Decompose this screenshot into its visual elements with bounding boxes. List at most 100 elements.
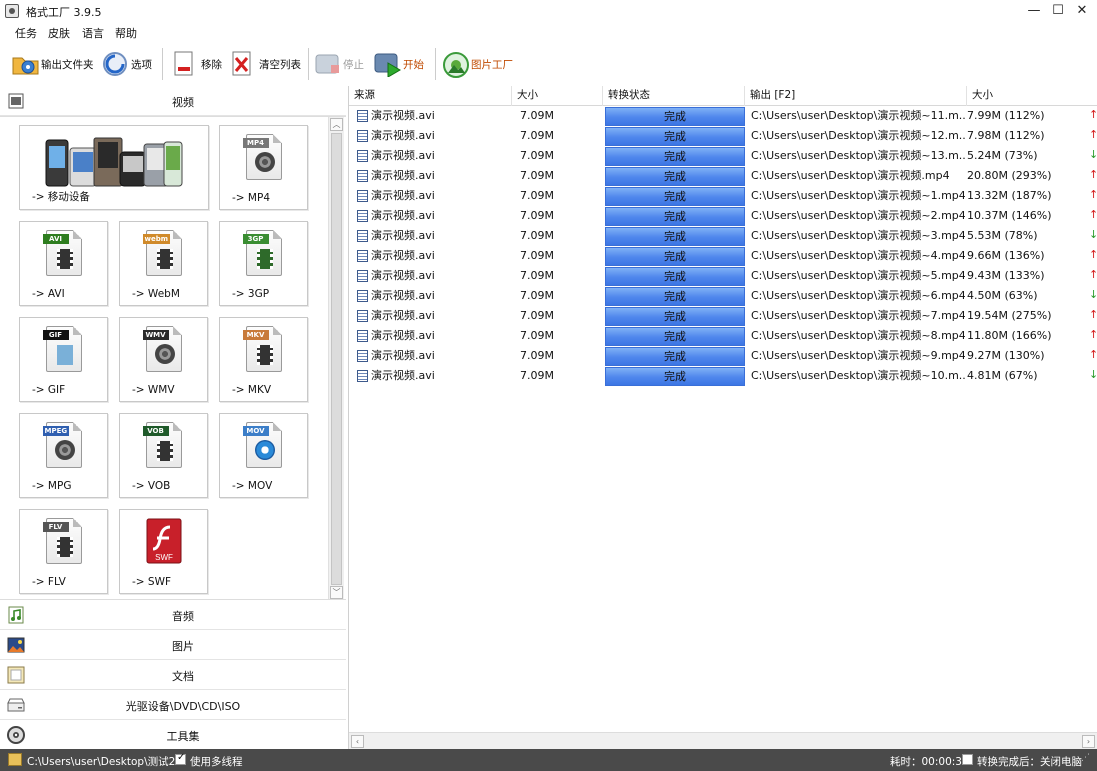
tile-wmv[interactable]: WMV -> WMV	[119, 317, 208, 402]
table-row[interactable]: 演示视频.avi 7.09M 完成 C:\Users\user\Desktop\演示视…	[349, 126, 1097, 146]
table-row[interactable]: 演示视频.avi 7.09M 完成 C:\Users\user\Desktop\演示视…	[349, 346, 1097, 366]
scroll-down-arrow-icon[interactable]: ﹀	[330, 586, 343, 599]
row-source: 演示视频.avi	[371, 129, 435, 142]
video-file-icon	[357, 190, 368, 202]
picture-factory-icon	[442, 51, 469, 78]
row-output-size: 7.99M (112%)	[967, 109, 1045, 122]
table-row[interactable]: 演示视频.avi 7.09M 完成 C:\Users\user\Desktop\演示视…	[349, 106, 1097, 126]
tile-avi[interactable]: AVI -> AVI	[19, 221, 108, 306]
table-row[interactable]: 演示视频.avi 7.09M 完成 C:\Users\user\Desktop\演示视…	[349, 306, 1097, 326]
task-list-hscrollbar[interactable]: ‹ ›	[349, 732, 1097, 749]
category-toolbox[interactable]: 工具集	[0, 720, 346, 750]
menu-task[interactable]: 任务	[15, 25, 37, 41]
menu-language[interactable]: 语言	[82, 25, 104, 41]
row-status-badge: 完成	[605, 367, 745, 386]
tile-vob[interactable]: VOB -> VOB	[119, 413, 208, 498]
menu-skin[interactable]: 皮肤	[48, 25, 70, 41]
table-row[interactable]: 演示视频.avi 7.09M 完成 C:\Users\user\Desktop\演示视…	[349, 286, 1097, 306]
tile-mobile-devices[interactable]: -> 移动设备	[19, 125, 209, 210]
row-output-path: C:\Users\user\Desktop\演示视频~3.mp4	[751, 229, 965, 242]
options-button[interactable]: 选项	[102, 48, 152, 80]
row-output-size: 9.43M (133%)	[967, 269, 1045, 282]
tile-webm[interactable]: webm -> WebM	[119, 221, 208, 306]
multithread-checkbox[interactable]	[175, 752, 186, 765]
category-optical-drive[interactable]: 光驱设备\DVD\CD\ISO	[0, 690, 346, 720]
video-file-icon	[357, 230, 368, 242]
tile-mp4[interactable]: MP4 -> MP4	[219, 125, 308, 210]
row-output-path: C:\Users\user\Desktop\演示视频~13.m...	[751, 149, 965, 162]
row-output-path: C:\Users\user\Desktop\演示视频~1.mp4	[751, 189, 965, 202]
picture-factory-button[interactable]: 图片工厂	[442, 48, 513, 80]
column-output[interactable]: 输出 [F2]	[745, 86, 967, 106]
row-source: 演示视频.avi	[371, 229, 435, 242]
flv-file-icon: FLV	[42, 518, 82, 564]
row-output-size: 20.80M (293%)	[967, 169, 1052, 182]
category-picture[interactable]: 图片	[0, 630, 346, 660]
size-trend-arrow-icon: ↓	[1089, 368, 1097, 381]
table-row[interactable]: 演示视频.avi 7.09M 完成 C:\Users\user\Desktop\演示视…	[349, 166, 1097, 186]
table-row[interactable]: 演示视频.avi 7.09M 完成 C:\Users\user\Desktop\演示视…	[349, 326, 1097, 346]
menu-help[interactable]: 帮助	[115, 25, 137, 41]
size-trend-arrow-icon: ↑	[1089, 268, 1097, 281]
table-row[interactable]: 演示视频.avi 7.09M 完成 C:\Users\user\Desktop\演示视…	[349, 226, 1097, 246]
row-source: 演示视频.avi	[371, 169, 435, 182]
row-output-path: C:\Users\user\Desktop\演示视频~6.mp4	[751, 289, 965, 302]
table-row[interactable]: 演示视频.avi 7.09M 完成 C:\Users\user\Desktop\演示视…	[349, 266, 1097, 286]
tile-swf[interactable]: SWF -> SWF	[119, 509, 208, 594]
tile-3gp[interactable]: 3GP -> 3GP	[219, 221, 308, 306]
tile-mov[interactable]: MOV -> MOV	[219, 413, 308, 498]
avi-file-icon: AVI	[42, 230, 82, 276]
row-status-badge: 完成	[605, 207, 745, 226]
row-source: 演示视频.avi	[371, 349, 435, 362]
scroll-right-arrow-icon[interactable]: ›	[1082, 735, 1095, 748]
tile-flv[interactable]: FLV -> FLV	[19, 509, 108, 594]
window-title: 格式工厂 3.9.5	[26, 6, 102, 19]
remove-button[interactable]: 移除	[172, 48, 222, 80]
scroll-left-arrow-icon[interactable]: ‹	[351, 735, 364, 748]
row-status-badge: 完成	[605, 327, 745, 346]
start-play-icon	[374, 51, 401, 78]
category-audio[interactable]: 音频	[0, 600, 346, 630]
stop-button[interactable]: 停止	[314, 48, 364, 80]
row-output-path: C:\Users\user\Desktop\演示视频~12.m...	[751, 129, 965, 142]
tile-grid-scrollbar[interactable]: ︿ ﹀	[328, 117, 344, 599]
multithread-label: 使用多线程	[190, 756, 243, 768]
menu-bar: 任务 皮肤 语言 帮助	[0, 22, 1097, 42]
tile-mkv[interactable]: MKV -> MKV	[219, 317, 308, 402]
tile-mpg[interactable]: MPEG -> MPG	[19, 413, 108, 498]
toolbar-separator	[162, 48, 163, 80]
scroll-up-arrow-icon[interactable]: ︿	[330, 118, 343, 131]
mov-file-icon: MOV	[242, 422, 282, 468]
scroll-thumb[interactable]	[331, 133, 342, 585]
clear-list-button[interactable]: 清空列表	[230, 48, 301, 80]
start-button[interactable]: 开始	[374, 48, 424, 80]
table-row[interactable]: 演示视频.avi 7.09M 完成 C:\Users\user\Desktop\演示视…	[349, 246, 1097, 266]
tile-gif[interactable]: GIF -> GIF	[19, 317, 108, 402]
table-row[interactable]: 演示视频.avi 7.09M 完成 C:\Users\user\Desktop\演示视…	[349, 366, 1097, 386]
column-source[interactable]: 来源	[349, 86, 512, 106]
category-document[interactable]: 文档	[0, 660, 346, 690]
row-output-path: C:\Users\user\Desktop\演示视频~11.m...	[751, 109, 965, 122]
row-size: 7.09M	[520, 149, 554, 162]
minimize-button[interactable]: —	[1023, 2, 1045, 20]
title-bar: 格式工厂 3.9.5 — ☐ ✕	[0, 0, 1097, 22]
output-folder-button[interactable]: 输出文件夹	[12, 48, 94, 80]
table-row[interactable]: 演示视频.avi 7.09M 完成 C:\Users\user\Desktop\演示视…	[349, 146, 1097, 166]
category-video-header[interactable]: 视频	[0, 86, 346, 116]
table-row[interactable]: 演示视频.avi 7.09M 完成 C:\Users\user\Desktop\演示视…	[349, 206, 1097, 226]
column-output-size[interactable]: 大小	[967, 86, 1097, 106]
row-status-badge: 完成	[605, 247, 745, 266]
size-trend-arrow-icon: ↑	[1089, 208, 1097, 221]
shutdown-after-checkbox[interactable]	[962, 754, 973, 765]
column-status[interactable]: 转换状态	[603, 86, 745, 106]
row-output-size: 13.32M (187%)	[967, 189, 1052, 202]
maximize-button[interactable]: ☐	[1047, 2, 1069, 20]
row-source: 演示视频.avi	[371, 149, 435, 162]
column-size[interactable]: 大小	[512, 86, 603, 106]
options-gear-icon	[102, 51, 128, 77]
output-path[interactable]: C:\Users\user\Desktop\测试2	[27, 754, 175, 769]
row-size: 7.09M	[520, 249, 554, 262]
close-button[interactable]: ✕	[1071, 2, 1093, 20]
table-row[interactable]: 演示视频.avi 7.09M 完成 C:\Users\user\Desktop\演示视…	[349, 186, 1097, 206]
resize-grip-icon[interactable]: ⋰	[1081, 753, 1090, 763]
